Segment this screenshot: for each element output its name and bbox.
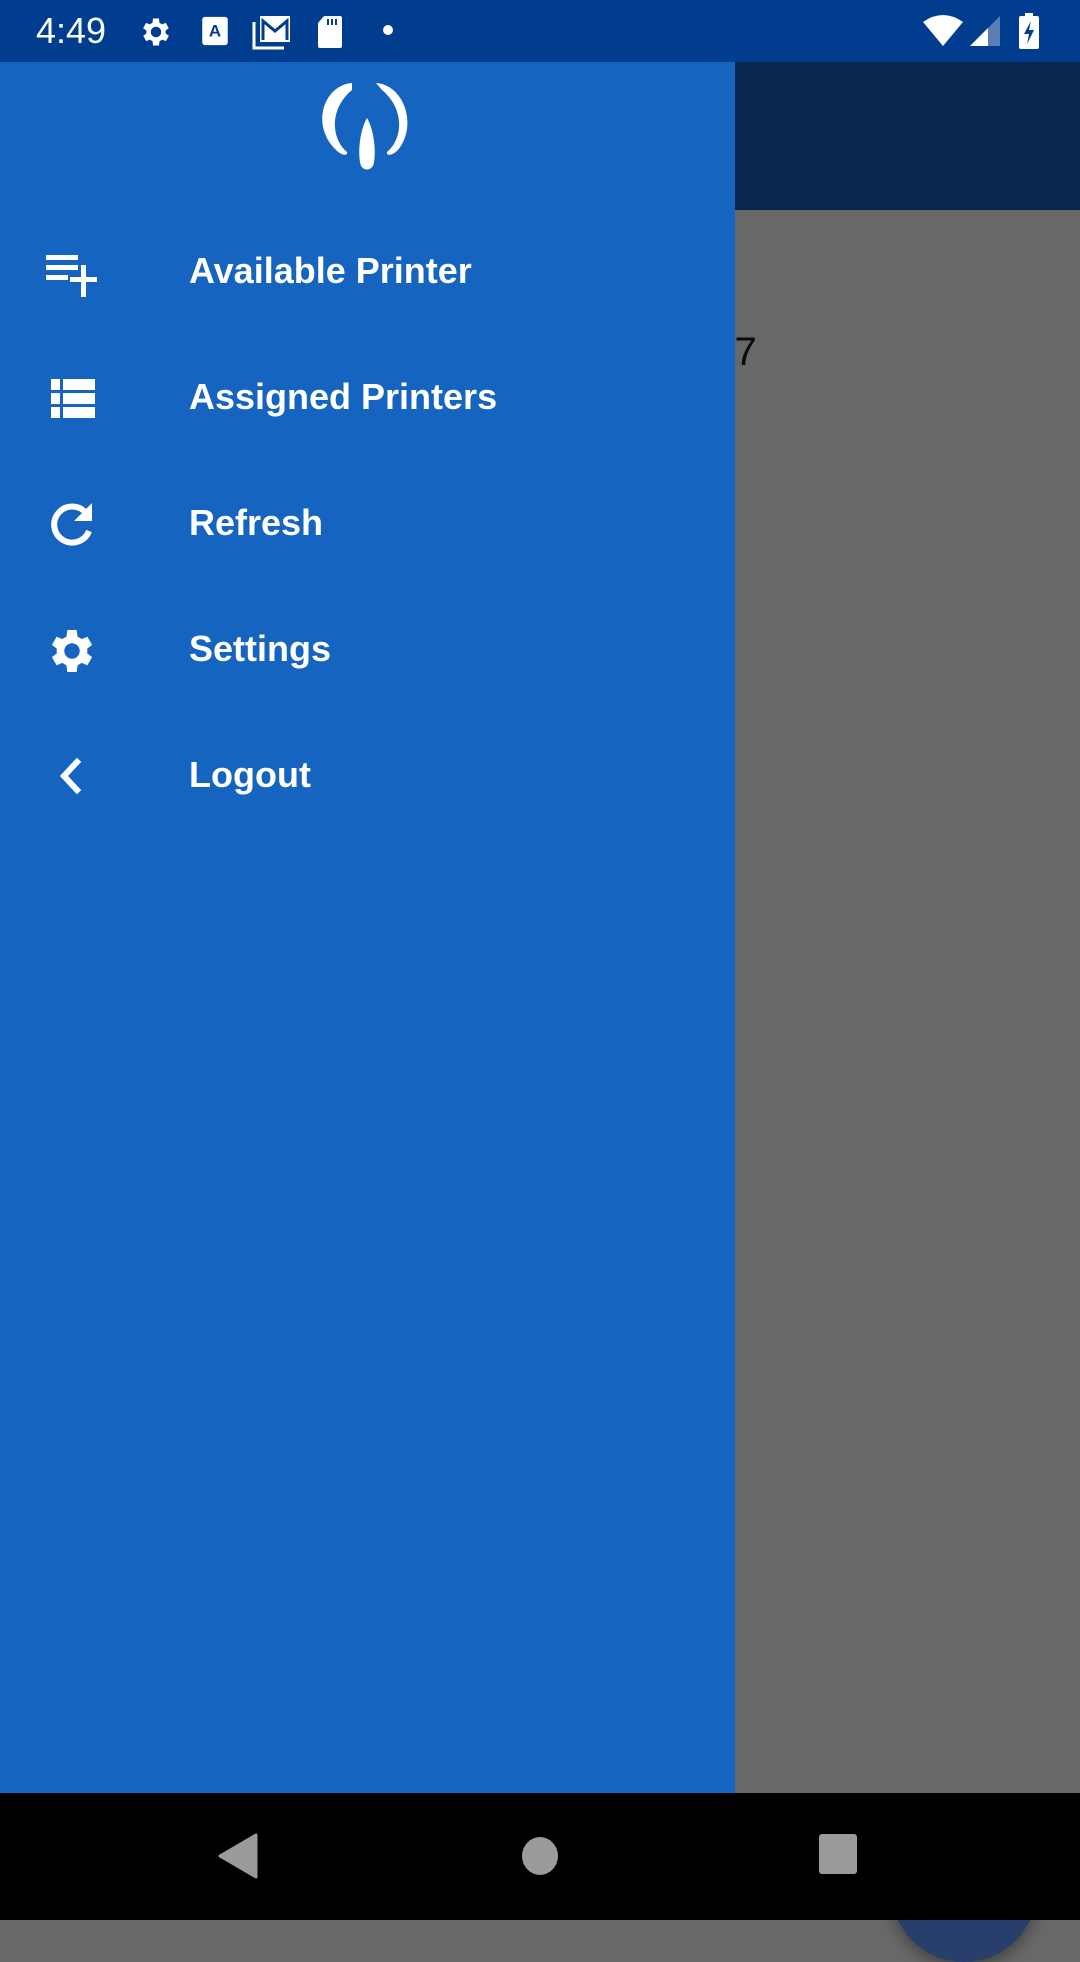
status-bar: 4:49 A (0, 0, 1080, 62)
drawer-item-label: Refresh (189, 502, 324, 543)
drawer-item-label: Assigned Printers (189, 376, 498, 417)
cellular-signal-icon (970, 16, 1000, 46)
playlist-add-icon (46, 255, 97, 297)
refresh-icon (51, 503, 92, 546)
recents-button[interactable] (818, 1833, 858, 1875)
drawer-item-available-printer[interactable]: Available Printer (0, 218, 735, 328)
drawer-item-refresh[interactable]: Refresh (0, 470, 735, 580)
wifi-icon (923, 15, 963, 46)
accessibility-a-icon: A (202, 16, 228, 46)
home-button[interactable] (521, 1833, 559, 1879)
navigation-drawer: Available Printer Assigned Printers Refr… (0, 62, 735, 1793)
drawer-item-assigned-printers[interactable]: Assigned Printers (0, 344, 735, 454)
app-logo (322, 83, 408, 170)
gear-icon (51, 630, 93, 672)
notification-dot-icon (383, 25, 393, 35)
system-nav-bar (0, 1793, 1080, 1920)
back-button[interactable] (218, 1833, 260, 1879)
settings-icon (143, 18, 169, 46)
svg-text:A: A (209, 22, 221, 41)
drawer-item-logout[interactable]: Logout (0, 722, 735, 832)
drawer-item-settings[interactable]: Settings (0, 596, 735, 706)
drawer-item-label: Available Printer (189, 250, 472, 291)
drawer-item-label: Logout (189, 754, 311, 795)
battery-charging-icon (1019, 13, 1039, 49)
status-time: 4:49 (36, 10, 107, 51)
drawer-item-label: Settings (189, 628, 332, 669)
sd-card-icon (318, 16, 342, 48)
list-icon (51, 379, 95, 418)
chevron-left-icon (59, 757, 82, 795)
gmail-icon (252, 16, 290, 50)
